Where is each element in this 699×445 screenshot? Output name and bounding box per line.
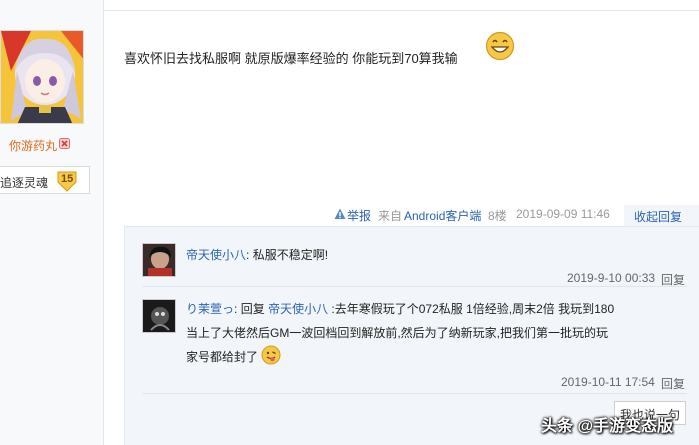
reply-avatar[interactable] xyxy=(142,243,176,277)
author-username[interactable]: 你游药丸 xyxy=(9,137,57,154)
divider xyxy=(104,10,699,11)
warning-icon[interactable] xyxy=(334,208,346,220)
reply-username[interactable]: 帝天使小八 xyxy=(186,248,246,262)
reply-username[interactable]: り茉萱っ xyxy=(186,302,234,316)
reply-text-line3: 家号都给封了 xyxy=(186,350,259,364)
post-timestamp: 2019-09-09 11:46 xyxy=(516,207,610,221)
collapse-label: 收起回复 xyxy=(634,210,683,224)
rank-title: 追逐灵魂 xyxy=(0,176,49,190)
member-rank[interactable]: 追逐灵魂 15 xyxy=(0,166,90,194)
reply-colon: : xyxy=(246,248,250,262)
smiley-emoji-icon xyxy=(485,31,515,61)
reply-avatar[interactable] xyxy=(142,299,176,333)
author-avatar[interactable] xyxy=(0,30,84,124)
source-prefix: 来自 xyxy=(378,209,403,223)
report-link[interactable]: 举报 xyxy=(347,207,371,224)
post-content: 喜欢怀旧去找私服啊 就原版爆率经验的 你能玩到70算我输 xyxy=(124,51,458,66)
reply-word: 回复 xyxy=(240,302,265,316)
reply-button[interactable]: 回复 xyxy=(661,375,685,392)
floor-number: 8楼 xyxy=(488,209,507,223)
rank-level: 15 xyxy=(61,173,74,185)
reply-colon: : xyxy=(234,302,238,316)
reply-to-username[interactable]: 帝天使小八 xyxy=(268,302,328,316)
post-meta: 举报 来自 Android客户端 8楼 2019-09-09 11:46 收起回… xyxy=(0,205,699,227)
collapse-replies-button[interactable]: 收起回复 xyxy=(624,205,699,227)
watermark: 头条 @手游变态版 xyxy=(541,418,674,435)
tongue-smiley-icon xyxy=(261,345,281,365)
reply-timestamp: 2019-9-10 00:33 xyxy=(567,271,656,285)
reply-divider xyxy=(142,286,687,287)
reply-text-line1: :去年寒假玩了个072私服 1倍经验,周末2倍 我玩到180 xyxy=(331,302,615,316)
reply-divider xyxy=(142,393,687,394)
source-app-link[interactable]: Android客户端 xyxy=(404,207,481,224)
reply-text-line2: 当上了大佬然后GM一波回档回到解放前,然后为了纳新玩家,把我们第一批玩的玩 xyxy=(186,326,609,340)
reply-text: 私服不稳定啊! xyxy=(252,248,329,262)
banned-icon xyxy=(59,138,70,149)
reply-timestamp: 2019-10-11 17:54 xyxy=(561,375,655,389)
